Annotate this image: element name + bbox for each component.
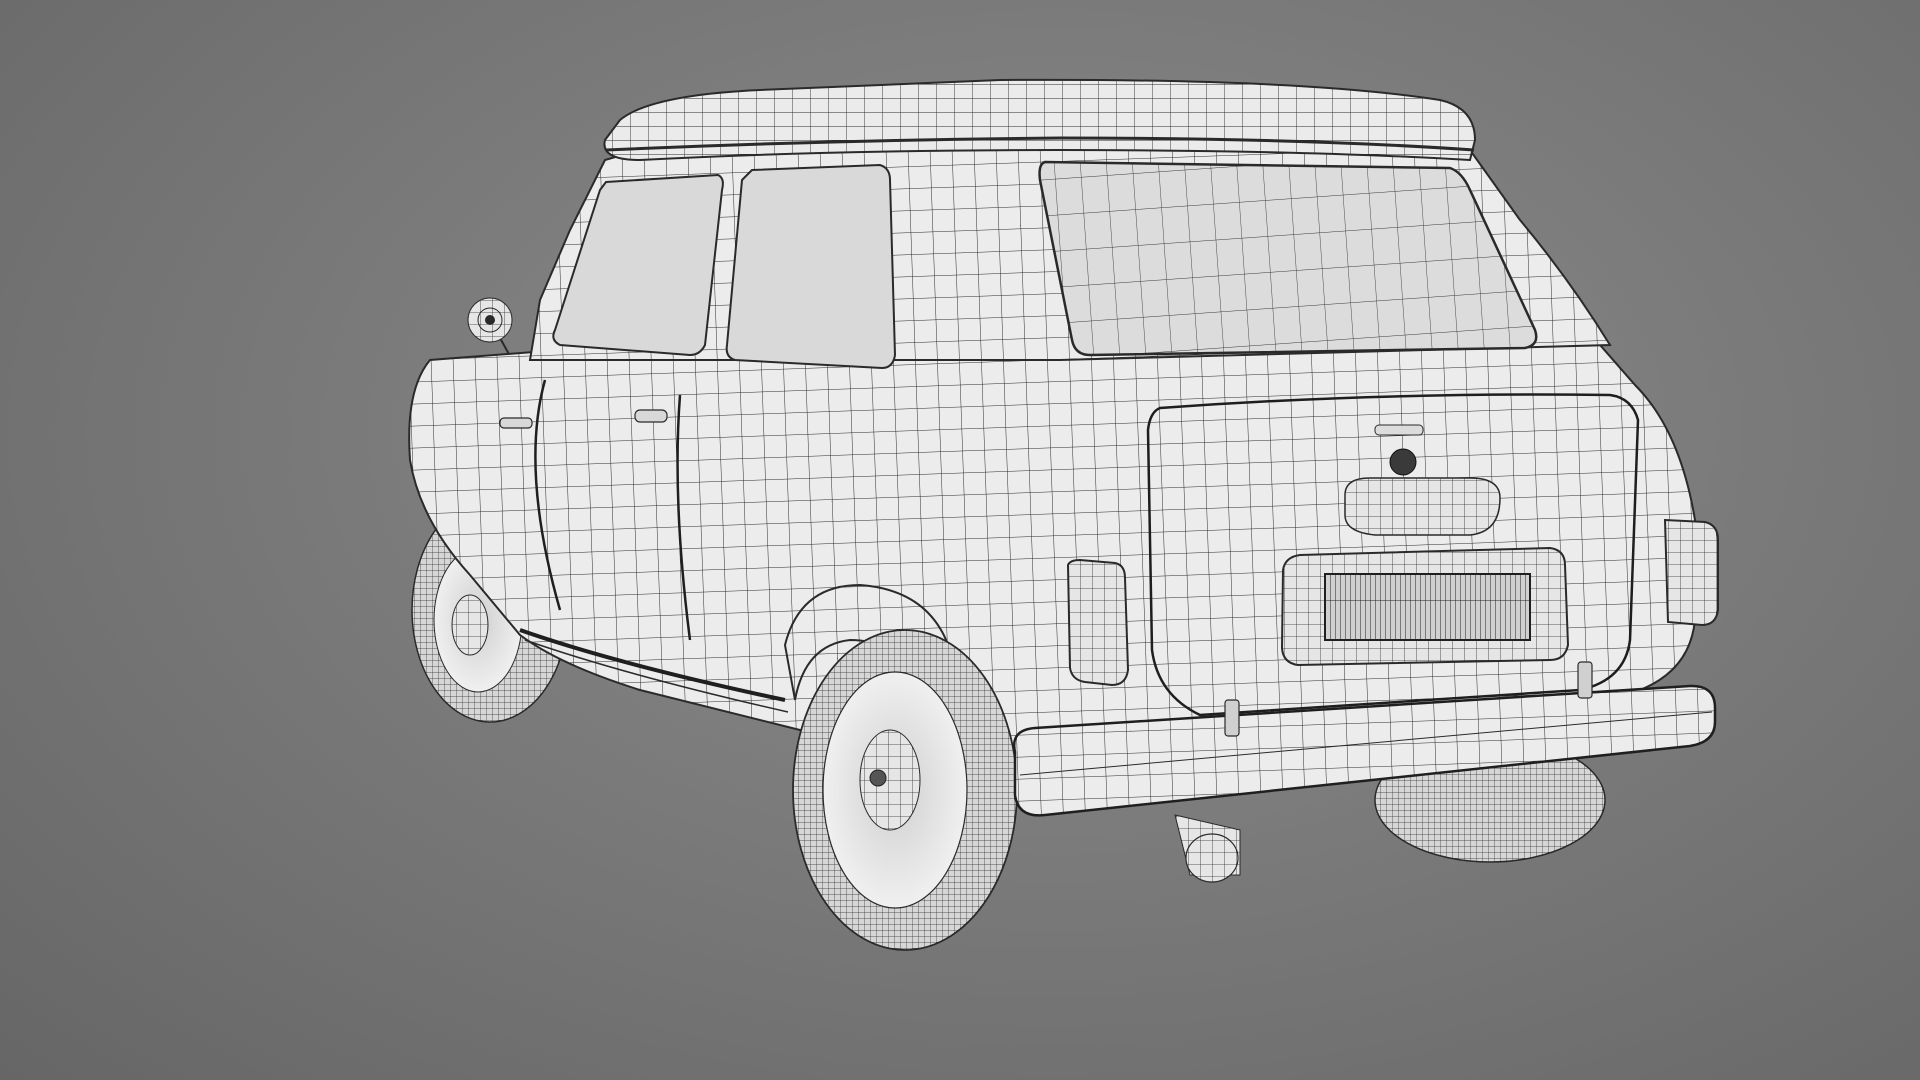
rear-left-wheel [792, 629, 1018, 951]
side-window-front [725, 163, 897, 370]
render-viewport [0, 0, 1920, 1080]
license-plate [1280, 546, 1570, 667]
side-window-rear [552, 173, 724, 357]
tail-light-right [1663, 518, 1719, 627]
mirror-ornament [467, 297, 513, 357]
rear-window [1038, 160, 1538, 357]
exhaust-pipe [1174, 814, 1241, 883]
car-model-wireframe [408, 78, 1719, 951]
tail-light-left [1066, 558, 1130, 687]
